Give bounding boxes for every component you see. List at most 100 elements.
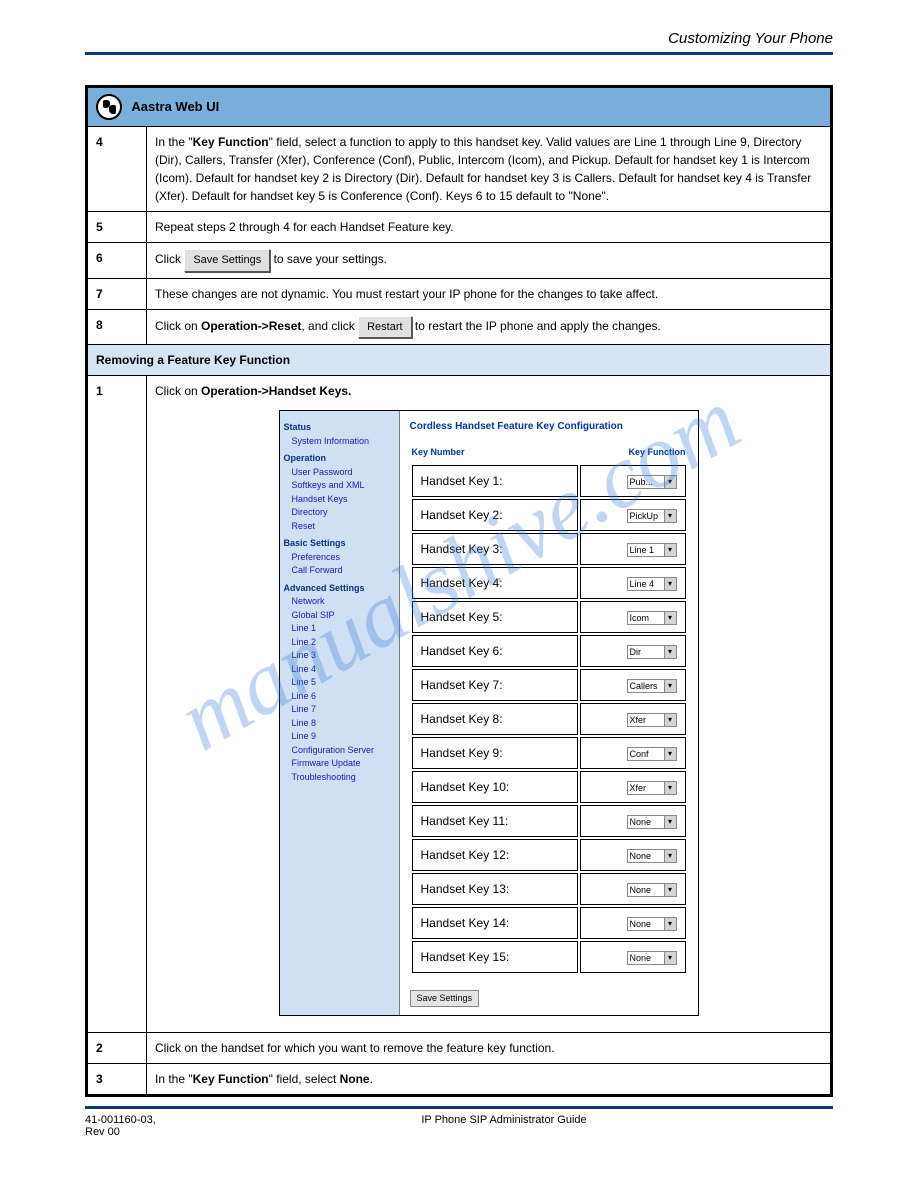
side-link[interactable]: User Password bbox=[292, 466, 395, 480]
table-row: 6 Click Save Settings to save your setti… bbox=[87, 243, 832, 279]
handset-key-row: Handset Key 9:Conf▾ bbox=[412, 737, 686, 769]
chevron-down-icon: ▾ bbox=[664, 476, 676, 488]
chevron-down-icon: ▾ bbox=[664, 850, 676, 862]
side-link[interactable]: Preferences bbox=[292, 551, 395, 565]
side-link[interactable]: Line 8 bbox=[292, 717, 395, 731]
handset-key-row: Handset Key 1:Pub...▾ bbox=[412, 465, 686, 497]
step-number: 2 bbox=[96, 1041, 103, 1055]
handset-key-row: Handset Key 2: PickUp▾ bbox=[412, 499, 686, 531]
key-function-select[interactable]: Xfer▾ bbox=[627, 713, 677, 727]
step-body: In the "Key Function" field, select None… bbox=[147, 1064, 832, 1096]
section-header-row: Removing a Feature Key Function bbox=[87, 345, 832, 376]
embedded-sidebar: Status System Information Operation User… bbox=[280, 411, 400, 1015]
step-body: Click on Operation->Reset, and click Res… bbox=[147, 309, 832, 345]
chevron-down-icon: ▾ bbox=[664, 884, 676, 896]
key-function-select[interactable]: Pub...▾ bbox=[627, 475, 677, 489]
side-link[interactable]: Network bbox=[292, 595, 395, 609]
step-body: Click on the handset for which you want … bbox=[147, 1033, 832, 1064]
embedded-title: Cordless Handset Feature Key Configurati… bbox=[410, 419, 688, 434]
step-body: In the "Key Function" field, select a fu… bbox=[147, 127, 832, 212]
handset-key-label: Handset Key 12: bbox=[412, 839, 578, 871]
side-status: Status bbox=[284, 421, 395, 435]
handset-key-label: Handset Key 10: bbox=[412, 771, 578, 803]
save-settings-button[interactable]: Save Settings bbox=[184, 249, 270, 272]
bottom-rule bbox=[85, 1106, 833, 1109]
side-link[interactable]: Reset bbox=[292, 520, 395, 534]
side-link[interactable]: Line 3 bbox=[292, 649, 395, 663]
page-footer: 41-001160-03, Rev 00 IP Phone SIP Admini… bbox=[85, 1106, 833, 1138]
key-function-select[interactable]: Dir▾ bbox=[627, 645, 677, 659]
key-function-select[interactable]: Conf▾ bbox=[627, 747, 677, 761]
side-link[interactable]: Softkeys and XML bbox=[292, 479, 395, 493]
side-link[interactable]: Handset Keys bbox=[292, 493, 395, 507]
side-link[interactable]: Firmware Update bbox=[292, 757, 395, 771]
key-function-select[interactable]: None▾ bbox=[627, 883, 677, 897]
step-number: 6 bbox=[96, 251, 103, 265]
side-link[interactable]: Line 5 bbox=[292, 676, 395, 690]
key-function-select[interactable]: Icom▾ bbox=[627, 611, 677, 625]
table-header: Aastra Web UI bbox=[87, 87, 832, 127]
step-number: 5 bbox=[96, 220, 103, 234]
table-row: 1 Click on Operation->Handset Keys. Stat… bbox=[87, 376, 832, 1033]
handset-key-label: Handset Key 14: bbox=[412, 907, 578, 939]
table-row: 3 In the "Key Function" field, select No… bbox=[87, 1064, 832, 1096]
handset-key-row: Handset Key 11:None▾ bbox=[412, 805, 686, 837]
handset-key-row: Handset Key 13:None▾ bbox=[412, 873, 686, 905]
side-link[interactable]: System Information bbox=[292, 435, 395, 449]
chevron-down-icon: ▾ bbox=[664, 714, 676, 726]
key-function-select[interactable]: None▾ bbox=[627, 951, 677, 965]
handset-key-label: Handset Key 2: bbox=[412, 499, 578, 531]
side-link[interactable]: Line 6 bbox=[292, 690, 395, 704]
key-function-select[interactable]: None▾ bbox=[627, 815, 677, 829]
handset-key-row: Handset Key 12: None▾ bbox=[412, 839, 686, 871]
footer-right: IP Phone SIP Administrator Guide bbox=[175, 1114, 833, 1138]
table-row: 4 In the "Key Function" field, select a … bbox=[87, 127, 832, 212]
chevron-down-icon: ▾ bbox=[664, 544, 676, 556]
step-number: 1 bbox=[96, 384, 103, 398]
handset-key-row: Handset Key 6:Dir▾ bbox=[412, 635, 686, 667]
side-link[interactable]: Line 7 bbox=[292, 703, 395, 717]
key-function-select[interactable]: PickUp▾ bbox=[627, 509, 677, 523]
chevron-down-icon: ▾ bbox=[664, 782, 676, 794]
side-link[interactable]: Global SIP bbox=[292, 609, 395, 623]
side-link[interactable]: Line 4 bbox=[292, 663, 395, 677]
handset-key-row: Handset Key 10: Xfer▾ bbox=[412, 771, 686, 803]
key-function-select[interactable]: Line 1▾ bbox=[627, 543, 677, 557]
col-key-number: Key Number bbox=[412, 446, 578, 463]
side-link[interactable]: Configuration Server bbox=[292, 744, 395, 758]
step-body: Click Save Settings to save your setting… bbox=[147, 243, 832, 279]
restart-button[interactable]: Restart bbox=[358, 316, 411, 339]
globe-icon bbox=[96, 94, 122, 120]
step-body: Click on Operation->Handset Keys. Status… bbox=[147, 376, 832, 1033]
table-row: 7 These changes are not dynamic. You mus… bbox=[87, 278, 832, 309]
key-function-select[interactable]: Callers▾ bbox=[627, 679, 677, 693]
key-function-select[interactable]: Xfer▾ bbox=[627, 781, 677, 795]
side-advanced: Advanced Settings bbox=[284, 582, 395, 596]
table-row: 5 Repeat steps 2 through 4 for each Hand… bbox=[87, 212, 832, 243]
handset-key-label: Handset Key 4: bbox=[412, 567, 578, 599]
instruction-table: Aastra Web UI 4 In the "Key Function" fi… bbox=[85, 85, 833, 1097]
key-function-select[interactable]: None▾ bbox=[627, 849, 677, 863]
handset-key-label: Handset Key 5: bbox=[412, 601, 578, 633]
chevron-down-icon: ▾ bbox=[664, 510, 676, 522]
key-function-select[interactable]: Line 4▾ bbox=[627, 577, 677, 591]
side-link[interactable]: Line 9 bbox=[292, 730, 395, 744]
key-function-select[interactable]: None▾ bbox=[627, 917, 677, 931]
section-header: Removing a Feature Key Function bbox=[87, 345, 832, 376]
chevron-down-icon: ▾ bbox=[664, 612, 676, 624]
side-link[interactable]: Directory bbox=[292, 506, 395, 520]
side-link[interactable]: Line 1 bbox=[292, 622, 395, 636]
footer-left: 41-001160-03, Rev 00 bbox=[85, 1114, 175, 1138]
embedded-save-button[interactable]: Save Settings bbox=[410, 990, 480, 1008]
handset-key-row: Handset Key 8:Xfer▾ bbox=[412, 703, 686, 735]
side-basic: Basic Settings bbox=[284, 537, 395, 551]
header-text: Aastra Web UI bbox=[125, 99, 219, 114]
side-link[interactable]: Troubleshooting bbox=[292, 771, 395, 785]
chevron-down-icon: ▾ bbox=[664, 646, 676, 658]
chevron-down-icon: ▾ bbox=[664, 918, 676, 930]
handset-key-label: Handset Key 15: bbox=[412, 941, 578, 973]
side-link[interactable]: Call Forward bbox=[292, 564, 395, 578]
step-number: 7 bbox=[96, 287, 103, 301]
side-link[interactable]: Line 2 bbox=[292, 636, 395, 650]
handset-key-label: Handset Key 7: bbox=[412, 669, 578, 701]
